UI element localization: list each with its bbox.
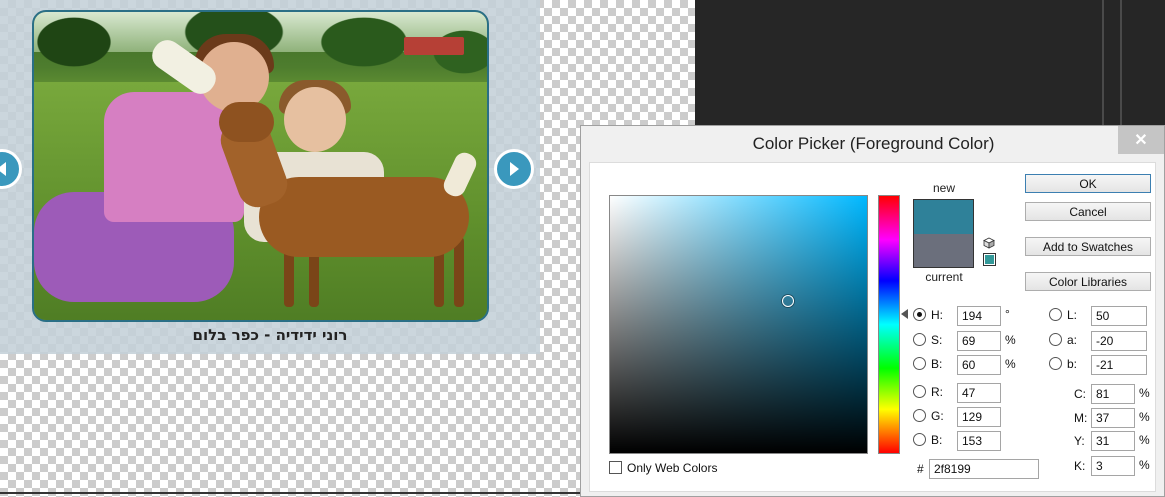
- yellow-field[interactable]: 31: [1091, 431, 1135, 451]
- prev-slide-button[interactable]: [0, 149, 22, 189]
- lightness-label: L:: [1067, 308, 1078, 322]
- next-slide-button[interactable]: [494, 149, 534, 189]
- lightness-radio[interactable]: [1049, 308, 1062, 321]
- green-label: G:: [931, 409, 944, 423]
- hue-field[interactable]: 194: [957, 306, 1001, 326]
- lightness-field[interactable]: 50: [1091, 306, 1147, 326]
- lab-a-field[interactable]: -20: [1091, 331, 1147, 351]
- brightness-radio[interactable]: [913, 357, 926, 370]
- dialog-title: Color Picker (Foreground Color): [752, 134, 995, 153]
- web-safe-cube-icon[interactable]: [983, 237, 995, 249]
- blue-label: B:: [931, 433, 943, 447]
- chevron-right-icon: [510, 162, 519, 176]
- red-radio[interactable]: [913, 385, 926, 398]
- green-field[interactable]: 129: [957, 407, 1001, 427]
- magenta-label: M:: [1074, 411, 1088, 425]
- hex-label: #: [917, 462, 924, 476]
- brightness-label: B:: [931, 357, 943, 371]
- current-color-swatch[interactable]: [914, 233, 973, 267]
- new-color-swatch: [914, 200, 973, 234]
- black-field[interactable]: 3: [1091, 456, 1135, 476]
- chevron-left-icon: [0, 162, 6, 176]
- magenta-field[interactable]: 37: [1091, 408, 1135, 428]
- saturation-field[interactable]: 69: [957, 331, 1001, 351]
- hue-slider-left-arrow-icon[interactable]: [867, 308, 875, 320]
- hex-field[interactable]: 2f8199: [929, 459, 1039, 479]
- color-picker-dialog: Color Picker (Foreground Color) ✕ new cu…: [580, 125, 1165, 497]
- panel-divider: [1102, 0, 1104, 130]
- picker-circle-icon[interactable]: [782, 295, 794, 307]
- lab-b-field[interactable]: -21: [1091, 355, 1147, 375]
- black-label: K:: [1074, 459, 1086, 473]
- percent-unit: %: [1139, 433, 1150, 447]
- panel-divider: [1120, 0, 1122, 130]
- yellow-label: Y:: [1074, 434, 1085, 448]
- canvas-edge: [0, 492, 580, 494]
- web-safe-color-swatch[interactable]: [983, 253, 996, 266]
- hue-slider-right-arrow-icon[interactable]: [901, 309, 908, 319]
- cyan-field[interactable]: 81: [1091, 384, 1135, 404]
- saturation-label: S:: [931, 333, 943, 347]
- color-libraries-button[interactable]: Color Libraries: [1025, 272, 1151, 291]
- blue-field[interactable]: 153: [957, 431, 1001, 451]
- only-web-colors-label: Only Web Colors: [627, 461, 718, 475]
- only-web-colors-checkbox[interactable]: [609, 461, 622, 474]
- slideshow-photo: [32, 10, 489, 322]
- cyan-label: C:: [1074, 387, 1086, 401]
- new-color-label: new: [932, 181, 955, 195]
- cancel-button[interactable]: Cancel: [1025, 202, 1151, 221]
- dialog-body: new current OK Cancel Add to Swatches Co…: [589, 162, 1156, 492]
- slideshow-card: רוני ידידיה - כפר בלום: [0, 0, 540, 354]
- percent-unit: %: [1005, 357, 1016, 371]
- green-radio[interactable]: [913, 409, 926, 422]
- lab-b-radio[interactable]: [1049, 357, 1062, 370]
- close-button[interactable]: ✕: [1118, 126, 1164, 154]
- blue-radio[interactable]: [913, 433, 926, 446]
- percent-unit: %: [1139, 458, 1150, 472]
- lab-a-radio[interactable]: [1049, 333, 1062, 346]
- percent-unit: %: [1005, 333, 1016, 347]
- slide-caption: רוני ידידיה - כפר בלום: [192, 326, 348, 344]
- degree-unit: °: [1005, 307, 1010, 321]
- current-color-label: current: [925, 270, 963, 284]
- red-label: R:: [931, 385, 943, 399]
- saturation-brightness-field[interactable]: [609, 195, 868, 454]
- hue-radio[interactable]: [913, 308, 926, 321]
- hue-label: H:: [931, 308, 943, 322]
- add-to-swatches-button[interactable]: Add to Swatches: [1025, 237, 1151, 256]
- brightness-field[interactable]: 60: [957, 355, 1001, 375]
- close-icon: ✕: [1134, 132, 1148, 149]
- percent-unit: %: [1139, 386, 1150, 400]
- ok-button[interactable]: OK: [1025, 174, 1151, 193]
- saturation-radio[interactable]: [913, 333, 926, 346]
- lab-b-label: b:: [1067, 357, 1078, 371]
- hue-slider[interactable]: [878, 195, 900, 454]
- lab-a-label: a:: [1067, 333, 1078, 347]
- color-comparison-swatch: [913, 199, 974, 268]
- percent-unit: %: [1139, 410, 1150, 424]
- red-field[interactable]: 47: [957, 383, 1001, 403]
